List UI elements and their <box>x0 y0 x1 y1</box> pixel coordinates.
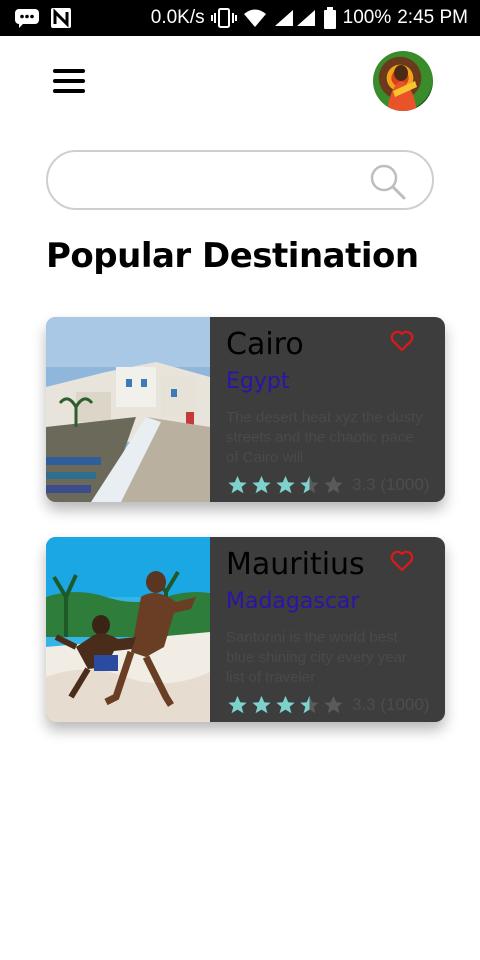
battery-percent: 100% <box>342 7 392 28</box>
destination-card[interactable]: Cairo Egypt The desert heat xyz the dust… <box>46 317 445 502</box>
star-half-icon <box>300 475 319 494</box>
star-full-icon <box>252 475 271 494</box>
destination-title: Mauritius <box>226 547 365 582</box>
search-icon[interactable] <box>368 162 408 202</box>
search-input[interactable] <box>72 166 372 196</box>
star-empty-icon <box>324 475 343 494</box>
star-full-icon <box>228 695 247 714</box>
battery-icon <box>323 7 336 29</box>
star-half-icon <box>300 695 319 714</box>
destination-country: Egypt <box>226 369 290 394</box>
destination-image <box>46 537 210 722</box>
message-icon <box>15 9 39 28</box>
notification-n-icon <box>51 8 71 28</box>
signal-icon <box>274 10 315 26</box>
destination-image <box>46 317 210 502</box>
star-full-icon <box>276 695 295 714</box>
section-title: Popular Destination <box>46 236 419 276</box>
destination-title: Cairo <box>226 327 304 362</box>
favorite-heart-icon[interactable] <box>390 330 414 352</box>
network-speed: 0.0K/s <box>150 7 205 28</box>
star-full-icon <box>252 695 271 714</box>
rating: 3.3 (1000) <box>226 474 441 496</box>
rating-text: 3.3 (1000) <box>352 695 430 714</box>
vibrate-icon <box>210 8 237 28</box>
rating: 3.3 (1000) <box>226 694 441 716</box>
wifi-icon <box>243 9 266 27</box>
star-full-icon <box>276 475 295 494</box>
rating-text: 3.3 (1000) <box>352 475 430 494</box>
avatar[interactable] <box>373 51 433 111</box>
menu-icon[interactable] <box>50 66 90 96</box>
destination-description: Santorini is the world best blue shining… <box>226 629 407 686</box>
status-bar: 0.0K/s 100% 2:45 PM <box>0 0 480 36</box>
destination-card[interactable]: Mauritius Madagascar Santorini is the wo… <box>46 537 445 722</box>
favorite-heart-icon[interactable] <box>390 550 414 572</box>
clock: 2:45 PM <box>397 7 468 28</box>
destination-country: Madagascar <box>226 589 360 614</box>
star-empty-icon <box>324 695 343 714</box>
avatar-image <box>387 65 417 111</box>
destination-description: The desert heat xyz the dusty streets an… <box>226 409 423 466</box>
star-full-icon <box>228 475 247 494</box>
search-bar[interactable] <box>46 150 434 210</box>
